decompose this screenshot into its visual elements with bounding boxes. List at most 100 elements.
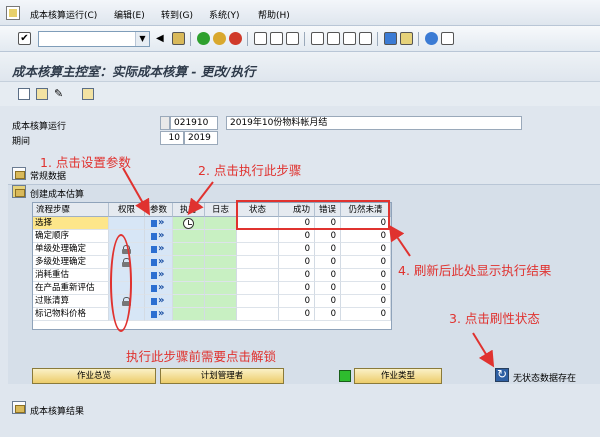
period-label: 期间 xyxy=(12,137,31,147)
process-step-cell[interactable]: 选择 xyxy=(33,217,109,230)
results-folder-icon[interactable] xyxy=(12,401,26,414)
new-session-icon[interactable] xyxy=(384,32,397,45)
parameters-icon[interactable] xyxy=(151,216,167,229)
parameters-cell[interactable] xyxy=(145,307,173,321)
back-icon[interactable] xyxy=(197,32,210,45)
table-row[interactable]: 确定顺序000 xyxy=(33,229,391,243)
cancel-icon[interactable] xyxy=(229,32,242,45)
annotation-step-1: 1. 点击设置参数 xyxy=(40,155,131,170)
job-type-button[interactable]: 作业类型 xyxy=(354,368,442,384)
success-count-cell: 0 xyxy=(279,308,315,321)
no-status-data-label: 无状态数据存在 xyxy=(513,374,577,384)
table-row[interactable]: 在产品重新评估000 xyxy=(33,281,391,295)
next-page-icon[interactable] xyxy=(343,32,356,45)
process-step-cell[interactable]: 确定顺序 xyxy=(33,230,109,243)
log-cell[interactable] xyxy=(205,256,237,269)
period-year-field[interactable]: 2019 xyxy=(184,131,218,145)
menu-edit[interactable]: 编辑(E) xyxy=(114,8,145,21)
execute-cell[interactable] xyxy=(173,230,205,243)
create-estimate-folder-icon[interactable] xyxy=(12,185,26,198)
execute-cell[interactable] xyxy=(173,282,205,295)
menu-goto[interactable]: 转到(G) xyxy=(161,8,193,21)
error-count-cell: 0 xyxy=(315,282,341,295)
parameters-icon[interactable] xyxy=(151,229,167,242)
process-step-cell[interactable]: 在产品重新评估 xyxy=(33,282,109,295)
process-step-cell[interactable]: 消耗重估 xyxy=(33,269,109,282)
find-next-icon[interactable] xyxy=(286,32,299,45)
results-label[interactable]: 成本核算结果 xyxy=(30,404,84,417)
run-prefix-field[interactable] xyxy=(160,116,170,130)
chevron-down-icon[interactable]: ▼ xyxy=(135,32,149,46)
parameters-icon[interactable] xyxy=(151,281,167,294)
period-month-field[interactable]: 10 xyxy=(160,131,184,145)
plan-manager-button[interactable]: 计划管理者 xyxy=(160,368,284,384)
process-step-cell[interactable]: 多级处理确定 xyxy=(33,256,109,269)
log-cell[interactable] xyxy=(205,217,237,230)
status-cell xyxy=(237,282,279,295)
authorization-cell[interactable] xyxy=(109,217,145,230)
parameters-icon[interactable] xyxy=(151,294,167,307)
copy-icon[interactable] xyxy=(36,88,48,100)
open-count-cell: 0 xyxy=(341,243,391,256)
save-icon[interactable] xyxy=(172,32,185,45)
execute-cell[interactable] xyxy=(173,308,205,321)
find-icon[interactable] xyxy=(270,32,283,45)
log-cell[interactable] xyxy=(205,243,237,256)
edit-pencil-icon[interactable]: ✎ xyxy=(54,88,66,100)
general-data-folder-icon[interactable] xyxy=(12,167,26,180)
new-document-icon[interactable] xyxy=(18,88,30,100)
log-cell[interactable] xyxy=(205,230,237,243)
menu-system[interactable]: 系统(Y) xyxy=(209,8,240,21)
previous-page-icon[interactable] xyxy=(327,32,340,45)
process-step-cell[interactable]: 过账清算 xyxy=(33,295,109,308)
execute-cell[interactable] xyxy=(173,217,205,230)
execute-cell[interactable] xyxy=(173,295,205,308)
first-page-icon[interactable] xyxy=(311,32,324,45)
execute-clock-icon[interactable] xyxy=(183,218,194,229)
toolbar-separator xyxy=(190,32,191,46)
table-row[interactable]: 消耗重估000 xyxy=(33,268,391,282)
shortcut-icon[interactable] xyxy=(400,32,413,45)
parameters-icon[interactable] xyxy=(151,307,167,320)
open-count-cell: 0 xyxy=(341,282,391,295)
open-count-cell: 0 xyxy=(341,295,391,308)
exit-icon[interactable] xyxy=(213,32,226,45)
success-count-cell: 0 xyxy=(279,243,315,256)
refresh-status-icon[interactable] xyxy=(495,367,509,382)
run-id-field[interactable]: 021910 xyxy=(170,116,218,130)
execute-cell[interactable] xyxy=(173,269,205,282)
help-icon[interactable] xyxy=(425,32,438,45)
table-row[interactable]: 多级处理确定000 xyxy=(33,255,391,269)
success-count-cell: 0 xyxy=(279,269,315,282)
last-page-icon[interactable] xyxy=(359,32,372,45)
log-cell[interactable] xyxy=(205,269,237,282)
table-row[interactable]: 过账清算000 xyxy=(33,294,391,308)
layout-icon[interactable] xyxy=(441,32,454,45)
parameters-icon[interactable] xyxy=(151,255,167,268)
process-step-cell[interactable]: 标记物料价格 xyxy=(33,308,109,321)
print-icon[interactable] xyxy=(254,32,267,45)
menu-costing-run[interactable]: 成本核算运行(C) xyxy=(30,8,97,21)
process-step-cell[interactable]: 单级处理确定 xyxy=(33,243,109,256)
run-description-field[interactable]: 2019年10份物料帐月结 xyxy=(226,116,522,130)
execute-cell[interactable] xyxy=(173,243,205,256)
command-field[interactable]: ▼ xyxy=(38,31,150,47)
parameters-icon[interactable] xyxy=(151,242,167,255)
system-menu-icon[interactable] xyxy=(6,6,20,20)
menu-help[interactable]: 帮助(H) xyxy=(258,8,290,21)
log-cell[interactable] xyxy=(205,308,237,321)
expand-triangle-icon[interactable]: ◀ xyxy=(156,32,169,45)
status-green-icon xyxy=(339,370,351,382)
enter-check-icon[interactable]: ✔ xyxy=(18,32,31,45)
table-row[interactable]: 单级处理确定000 xyxy=(33,242,391,256)
standard-toolbar: ✔ ▼ ◀ xyxy=(0,26,600,52)
log-cell[interactable] xyxy=(205,282,237,295)
status-cell xyxy=(237,243,279,256)
job-overview-button[interactable]: 作业总览 xyxy=(32,368,156,384)
log-cell[interactable] xyxy=(205,295,237,308)
note-icon[interactable] xyxy=(82,88,94,100)
page-title: 成本核算主控室：实际成本核算 - 更改/执行 xyxy=(12,64,256,79)
table-row[interactable]: 标记物料价格000 xyxy=(33,307,391,321)
parameters-icon[interactable] xyxy=(151,268,167,281)
execute-cell[interactable] xyxy=(173,256,205,269)
